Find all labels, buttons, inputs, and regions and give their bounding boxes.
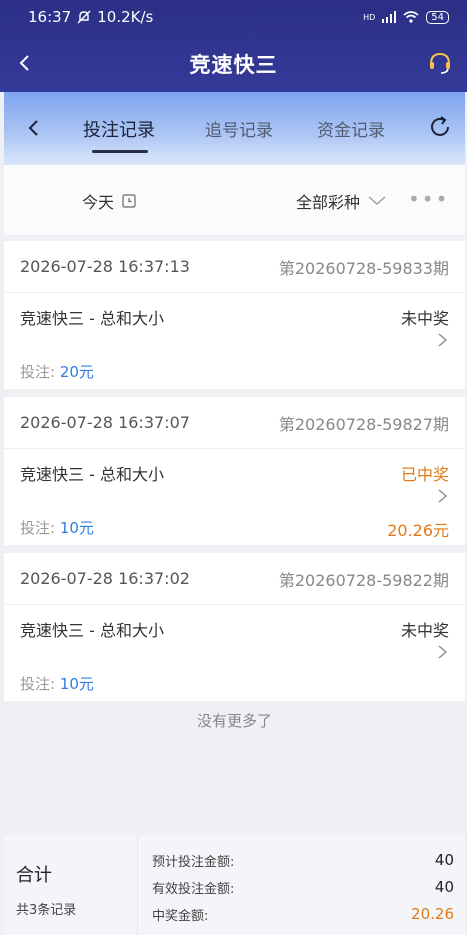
bet-record[interactable]: 2026-07-28 16:37:07 第20260728-59827期 竞速快… [4,397,465,545]
summary-count: 共3条记录 [16,903,77,918]
summary-footer: 合计 共3条记录 预计投注金额: 40 有效投注金额: 40 中奖金额: 20.… [4,835,465,935]
chevron-down-icon [368,196,386,205]
net-speed: 10.2K/s [97,8,154,26]
record-bet: 投注: 10元 [20,673,94,694]
summary-value: 20.26 [411,905,454,923]
tab-bet-records[interactable]: 投注记录 [83,116,155,142]
bet-label: 投注: [20,519,60,537]
summary-label: 有效投注金额: [152,882,235,897]
bet-record[interactable]: 2026-07-28 16:37:02 第20260728-59822期 竞速快… [4,553,465,701]
back-arrow-icon[interactable] [14,50,38,76]
signal-icon [382,11,397,23]
customer-service-icon[interactable] [427,50,453,76]
tab-chase-records[interactable]: 追号记录 [205,116,273,141]
mute-bell-icon [77,10,91,24]
chevron-right-icon [438,645,447,659]
status-bar: 16:37 10.2K/s HD 54 [0,0,467,34]
record-game: 竞速快三 - 总和大小 [20,465,164,484]
record-time: 2026-07-28 16:37:02 [20,569,190,588]
summary-value: 40 [434,878,454,896]
record-status: 未中奖 [400,309,449,328]
record-game: 竞速快三 - 总和大小 [20,309,164,328]
bet-amount: 10元 [59,675,94,693]
record-status: 未中奖 [400,621,449,640]
summary-row-expected: 预计投注金额: 40 [152,851,454,870]
summary-label: 预计投注金额: [152,855,235,870]
record-bet: 投注: 10元 [20,517,94,538]
no-more-text: 没有更多了 [196,712,272,730]
filter-bar: 今天 全部彩种 ••• [4,165,465,235]
bet-record[interactable]: 2026-07-28 16:37:13 第20260728-59833期 竞速快… [4,241,465,389]
record-game: 竞速快三 - 总和大小 [20,621,164,640]
record-prize: 20.26元 [387,521,449,540]
bet-amount: 10元 [59,519,94,537]
record-issue: 第20260728-59827期 [278,414,449,434]
chevron-right-icon [438,489,447,503]
summary-row-prize: 中奖金额: 20.26 [152,905,454,924]
record-issue: 第20260728-59822期 [278,570,449,590]
title-bar: 竞速快三 [0,36,467,92]
wifi-icon [403,11,419,23]
clock-icon [122,194,136,208]
lottery-type-filter[interactable]: 全部彩种 [296,189,386,213]
record-time: 2026-07-28 16:37:13 [20,257,190,276]
record-issue: 第20260728-59833期 [278,258,449,278]
bet-label: 投注: [20,363,60,381]
hd-icon: HD [363,12,376,22]
tab-fund-records[interactable]: 资金记录 [317,116,385,141]
lottery-filter-label: 全部彩种 [296,193,361,212]
chevron-right-icon [438,333,447,347]
record-time: 2026-07-28 16:37:07 [20,413,190,432]
bet-label: 投注: [20,675,60,693]
active-tab-indicator [92,150,148,153]
more-options-icon[interactable]: ••• [408,189,449,209]
date-filter-label: 今天 [82,193,115,212]
date-filter[interactable]: 今天 [82,189,136,213]
tab-back-arrow-icon[interactable] [24,116,44,140]
status-time: 16:37 [28,8,72,26]
page-title: 竞速快三 [189,53,278,77]
record-tabs: 投注记录 追号记录 资金记录 [4,92,465,165]
summary-title: 合计 [16,865,52,886]
summary-row-valid: 有效投注金额: 40 [152,878,454,897]
refresh-icon[interactable] [427,114,453,140]
record-status: 已中奖 [400,465,449,484]
battery-icon: 54 [426,10,449,24]
summary-value: 40 [434,851,454,869]
record-bet: 投注: 20元 [20,361,94,382]
bet-amount: 20元 [59,363,94,381]
summary-label: 中奖金额: [152,909,209,924]
